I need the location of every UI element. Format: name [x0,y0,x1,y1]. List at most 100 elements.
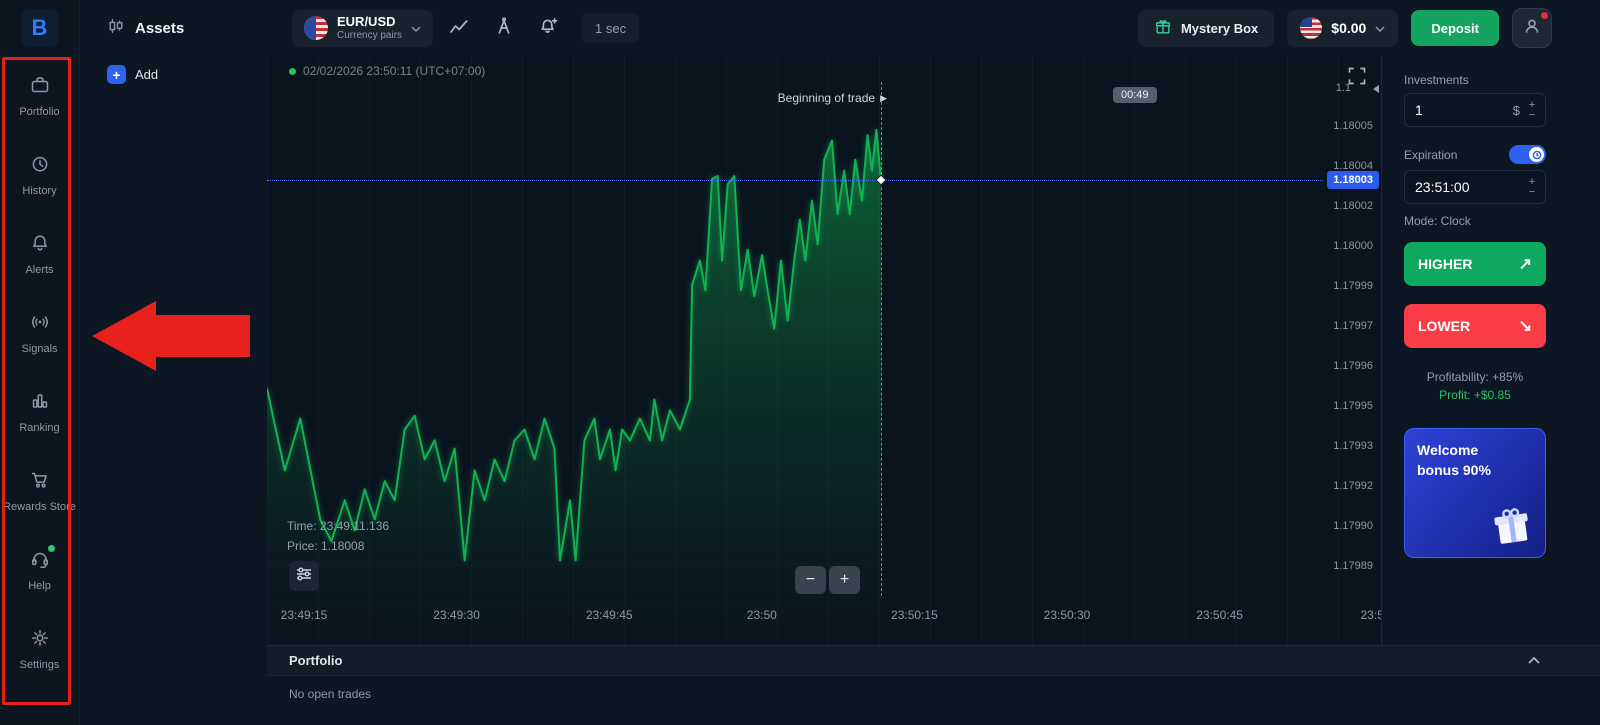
arrow-down-right-icon: ↘ [1519,316,1532,336]
axis-scroll-left-arrow[interactable] [1373,85,1379,93]
add-asset-label: Add [135,67,158,82]
chart-area-fill [267,130,881,640]
sidebar-item-portfolio[interactable]: Portfolio [0,57,79,136]
beginning-of-trade-label: Beginning of trade ▶ [778,91,887,105]
crosshair-tooltip: Time: 23:49:11.136 Price: 1.18008 [287,516,389,556]
sidebar-item-label: Portfolio [16,106,62,118]
signals-broadcast-icon [30,312,50,337]
app-root: B Portfolio History Alerts [0,0,1600,725]
chart-type-button[interactable] [440,10,478,47]
price-axis-label: 1.17993 [1323,440,1373,452]
topbar-right: Mystery Box $0.00 Deposit [1138,8,1600,48]
price-chart[interactable]: 02/02/2026 23:50:11 (UTC+07:00) Beginnin… [267,56,1382,645]
collapse-panel-button[interactable] [1528,657,1540,664]
expiration-toggle[interactable] [1509,145,1546,164]
welcome-bonus-text: Welcome bonus 90% [1417,441,1517,480]
beginning-of-trade-text: Beginning of trade [778,91,875,105]
stepper-decrease-button[interactable]: − [1525,110,1539,120]
trade-panel: Investments 1 $ + − Expiration [1382,56,1600,645]
gift-icon [1154,18,1172,39]
expiration-input[interactable]: 23:51:00 + − [1404,170,1546,204]
sidebar-item-signals[interactable]: Signals [0,294,79,373]
deposit-button[interactable]: Deposit [1411,10,1499,46]
line-chart-icon [449,17,469,40]
chart-settings-button[interactable] [289,561,319,591]
profitability-text: Profitability: +85% [1404,370,1546,384]
sidebar: B Portfolio History Alerts [0,0,80,725]
price-axis-label: 1.18000 [1323,240,1373,252]
account-balance-selector[interactable]: $0.00 [1287,10,1398,47]
time-axis-label: 23:49:15 [281,608,328,622]
portfolio-header[interactable]: Portfolio [267,646,1600,676]
zoom-in-button[interactable]: + [829,566,860,594]
sidebar-item-rewards-store[interactable]: Rewards Store [0,452,79,531]
stepper-decrease-button[interactable]: − [1525,187,1539,197]
time-axis-label: 23:5 [1361,608,1382,622]
portfolio-title: Portfolio [289,653,1528,668]
chart-toolbar: EUR/USD Currency pairs [267,10,639,47]
history-clock-icon [30,154,50,179]
brand-logo[interactable]: B [21,9,59,47]
mystery-box-button[interactable]: Mystery Box [1138,10,1274,47]
chart-plot-svg [267,56,1381,645]
sidebar-item-label: Ranking [16,422,62,434]
drawing-tools-button[interactable] [485,10,523,47]
sidebar-item-label: Signals [18,343,60,355]
drawing-compass-icon [494,16,514,41]
toggle-knob-clock-icon [1529,147,1544,162]
price-axis-label: 1.17989 [1323,560,1373,572]
profile-avatar[interactable] [1512,8,1552,48]
price-axis-label: 1.17992 [1323,480,1373,492]
investment-input[interactable]: 1 $ + − [1404,93,1546,127]
time-axis-label: 23:50:15 [891,608,938,622]
assets-title: Assets [135,20,184,37]
expiration-value: 23:51:00 [1415,179,1525,195]
fullscreen-button[interactable] [1343,64,1371,92]
add-asset-button[interactable]: + Add [80,56,267,84]
sidebar-item-label: Rewards Store [0,501,79,513]
higher-button[interactable]: HIGHER ↗ [1404,242,1546,286]
profit-text: Profit: +$0.85 [1404,388,1546,402]
currency-pair-selector[interactable]: EUR/USD Currency pairs [292,10,433,47]
sidebar-item-label: Alerts [22,264,56,276]
expiration-stepper: + − [1525,177,1539,197]
zoom-controls: − + [795,566,860,594]
price-axis-label: 1.18002 [1323,200,1373,212]
sidebar-item-ranking[interactable]: Ranking [0,373,79,452]
plus-icon: + [107,65,126,84]
expiration-label: Expiration [1404,148,1457,162]
lower-button[interactable]: LOWER ↘ [1404,304,1546,348]
help-headset-icon [30,549,50,574]
sidebar-item-history[interactable]: History [0,136,79,215]
person-icon [1522,16,1542,41]
time-axis-label: 23:49:30 [433,608,480,622]
bell-icon [30,233,50,258]
fullscreen-expand-icon [1347,66,1367,91]
sidebar-item-help[interactable]: Help [0,531,79,610]
sidebar-item-label: Help [25,580,54,592]
chart-timestamp: 02/02/2026 23:50:11 (UTC+07:00) [303,64,485,78]
investments-label: Investments [1404,73,1546,87]
sidebar-item-settings[interactable]: Settings [0,610,79,689]
center-column: 02/02/2026 23:50:11 (UTC+07:00) Beginnin… [267,56,1600,725]
time-axis-label: 23:49:45 [586,608,633,622]
help-online-dot [48,545,55,552]
price-axis-label: 1.17995 [1323,400,1373,412]
timeframe-label: 1 sec [595,21,626,36]
price-alert-button[interactable] [530,10,568,47]
price-axis-label: 1.17997 [1323,320,1373,332]
notification-dot [1541,12,1548,19]
zoom-out-button[interactable]: − [795,566,826,594]
crosshair-price: Price: 1.18008 [287,536,389,556]
chart-and-trade-row: 02/02/2026 23:50:11 (UTC+07:00) Beginnin… [267,56,1600,645]
live-status-dot [289,68,296,75]
timeframe-selector[interactable]: 1 sec [582,13,639,43]
sidebar-item-alerts[interactable]: Alerts [0,215,79,294]
welcome-bonus-banner[interactable]: Welcome bonus 90% [1404,428,1546,558]
pair-texts: EUR/USD Currency pairs [337,15,402,41]
balance-amount: $0.00 [1331,20,1366,36]
expiration-mode-text: Mode: Clock [1404,214,1546,228]
investment-value: 1 [1415,102,1513,118]
expiration-row: Expiration [1404,145,1546,164]
trade-start-line [881,82,882,596]
